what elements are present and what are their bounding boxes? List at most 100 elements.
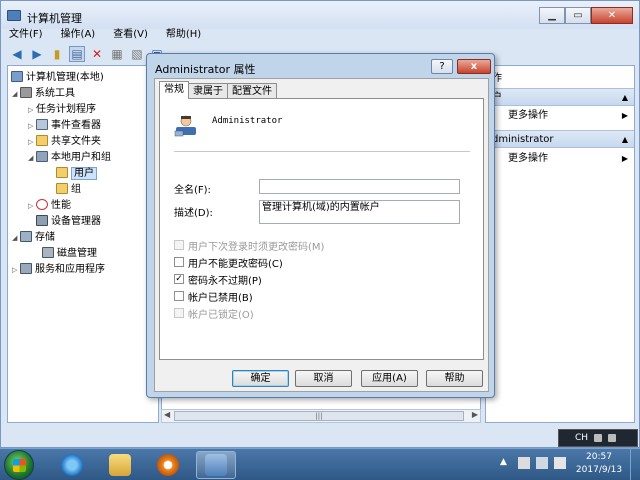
tree-item-system-tools[interactable]: ◢ 系统工具	[12, 86, 75, 102]
collapse-icon[interactable]: ▲	[622, 89, 628, 107]
actions-group-users[interactable]: 户 ▲	[486, 88, 634, 106]
tab-panel-general: Administrator 全名(F): 描述(D): 管理计算机(域)的内置帐…	[159, 98, 484, 360]
tree-item-performance[interactable]: ▷ 性能	[28, 198, 71, 214]
properties-dialog: Administrator 属性 ? x 常规 隶属于 配置文件 Adminis…	[146, 53, 495, 398]
checkmark-icon[interactable]: ✓	[174, 274, 184, 284]
menu-view[interactable]: 查看(V)	[113, 27, 148, 43]
checkbox-box	[174, 240, 184, 250]
tree-item-local-users-groups[interactable]: ◢ 本地用户和组	[28, 150, 111, 166]
dialog-body: 常规 隶属于 配置文件 Administrator 全名(F): 描述(D): …	[154, 78, 489, 392]
storage-icon	[20, 231, 32, 242]
forward-icon[interactable]: ▶	[29, 46, 45, 62]
separator	[174, 151, 470, 152]
more-actions-administrator[interactable]: 更多操作 ▶	[508, 151, 628, 167]
tree-item-device-manager[interactable]: 设备管理器	[36, 214, 101, 230]
minimize-button[interactable]: ▁	[539, 7, 565, 24]
tree-item-storage[interactable]: ◢ 存储	[12, 230, 55, 246]
tools-icon	[20, 87, 32, 98]
export-icon[interactable]: ▧	[129, 46, 145, 62]
services-icon	[20, 263, 32, 274]
computer-management-task-button[interactable]	[196, 451, 236, 479]
title-bar[interactable]: 计算机管理 ▁ ▭ ✕	[1, 1, 639, 29]
file-explorer-button[interactable]	[100, 451, 140, 479]
account-disabled-checkbox[interactable]: 帐户已禁用(B)	[174, 289, 253, 304]
taskbar: ▲ 20:57 2017/9/13	[0, 448, 640, 480]
fullname-label: 全名(F):	[174, 185, 211, 196]
show-desktop-button[interactable]	[630, 449, 640, 480]
tree-item-event-viewer[interactable]: ▷ 事件查看器	[28, 118, 101, 134]
fullname-field[interactable]	[259, 179, 460, 194]
close-button[interactable]: ✕	[591, 7, 633, 24]
windows-logo-icon	[13, 459, 26, 472]
scroll-left-icon[interactable]: ◀	[164, 410, 170, 419]
tree-item-shared-folders[interactable]: ▷ 共享文件夹	[28, 134, 101, 150]
computer-management-icon	[7, 10, 21, 21]
flag-icon[interactable]	[518, 457, 530, 469]
submenu-arrow-icon: ▶	[621, 111, 628, 120]
submenu-arrow-icon: ▶	[621, 154, 628, 163]
collapse-icon[interactable]: ▲	[622, 131, 628, 149]
computer-management-icon	[205, 454, 227, 476]
actions-header: 作	[486, 70, 634, 88]
media-player-button[interactable]	[148, 451, 188, 479]
performance-icon	[36, 199, 48, 210]
scroll-right-icon[interactable]: ▶	[472, 410, 478, 419]
apply-button[interactable]: 应用(A)	[361, 370, 418, 387]
checkbox-box[interactable]	[174, 291, 184, 301]
language-indicator[interactable]: CH	[575, 433, 588, 443]
tree-item-disk-management[interactable]: 磁盘管理	[42, 246, 97, 262]
username-label: Administrator	[212, 116, 283, 126]
user-account-icon	[174, 115, 196, 137]
cancel-button[interactable]: 取消	[295, 370, 352, 387]
internet-explorer-button[interactable]	[52, 451, 92, 479]
tree-item-groups[interactable]: 组	[56, 182, 81, 198]
tree-item-computer-management[interactable]: 计算机管理(本地)	[11, 70, 104, 86]
description-field[interactable]: 管理计算机(域)的内置帐户	[259, 200, 460, 224]
dialog-help-button[interactable]: ?	[431, 59, 453, 74]
volume-icon[interactable]	[554, 457, 566, 469]
maximize-button[interactable]: ▭	[565, 7, 591, 24]
checkbox-box	[174, 308, 184, 318]
more-actions-users[interactable]: 更多操作 ▶	[508, 108, 628, 124]
start-button[interactable]	[4, 450, 34, 480]
notification-area: ▲	[500, 457, 566, 469]
scrollbar-thumb[interactable]: |||	[174, 411, 464, 421]
tree-item-services-applications[interactable]: ▷ 服务和应用程序	[12, 262, 105, 278]
dialog-close-button[interactable]: x	[457, 59, 491, 74]
tab-profile[interactable]: 配置文件	[227, 83, 277, 99]
back-icon[interactable]: ◀	[9, 46, 25, 62]
ok-button[interactable]: 确定	[232, 370, 289, 387]
cannot-change-password-checkbox[interactable]: 用户不能更改密码(C)	[174, 255, 283, 270]
tab-general[interactable]: 常规	[159, 81, 189, 99]
properties-icon[interactable]: ▦	[109, 46, 125, 62]
checkbox-box[interactable]	[174, 257, 184, 267]
password-never-expires-checkbox[interactable]: ✓ 密码永不过期(P)	[174, 272, 262, 287]
up-folder-icon[interactable]: ▮	[49, 46, 65, 62]
actions-group-administrator[interactable]: dministrator ▲	[486, 130, 634, 148]
show-hidden-icons-icon[interactable]: ▲	[500, 457, 512, 469]
network-icon[interactable]	[536, 457, 548, 469]
show-hide-tree-icon[interactable]: ▤	[69, 45, 85, 62]
keyboard-icon[interactable]	[594, 434, 603, 442]
computer-icon	[11, 71, 23, 82]
language-bar[interactable]: CH	[558, 429, 638, 447]
tab-member-of[interactable]: 隶属于	[188, 83, 228, 99]
must-change-password-checkbox: 用户下次登录时须更改密码(M)	[174, 238, 324, 253]
menu-help[interactable]: 帮助(H)	[166, 27, 201, 43]
description-label: 描述(D):	[174, 208, 213, 219]
tree-item-task-scheduler[interactable]: ▷ 任务计划程序	[28, 102, 614, 118]
clock-date: 2017/9/13	[575, 465, 623, 475]
menu-file[interactable]: 文件(F)	[9, 27, 43, 43]
tree-item-users[interactable]: 用户	[56, 166, 97, 182]
help-button[interactable]: 帮助	[426, 370, 483, 387]
horizontal-scrollbar[interactable]: ◀ ||| ▶	[161, 409, 481, 423]
menu-action[interactable]: 操作(A)	[61, 27, 96, 43]
actions-pane: 作 户 ▲ 更多操作 ▶ dministrator ▲ 更多操作 ▶	[485, 65, 635, 423]
internet-explorer-icon	[61, 454, 83, 476]
event-viewer-icon	[36, 119, 48, 130]
delete-icon[interactable]: ✕	[89, 46, 105, 62]
help-icon[interactable]	[608, 434, 617, 442]
clock[interactable]: 20:57 2017/9/13	[574, 451, 624, 477]
folder-icon	[56, 167, 68, 178]
window-title: 计算机管理	[27, 12, 82, 25]
